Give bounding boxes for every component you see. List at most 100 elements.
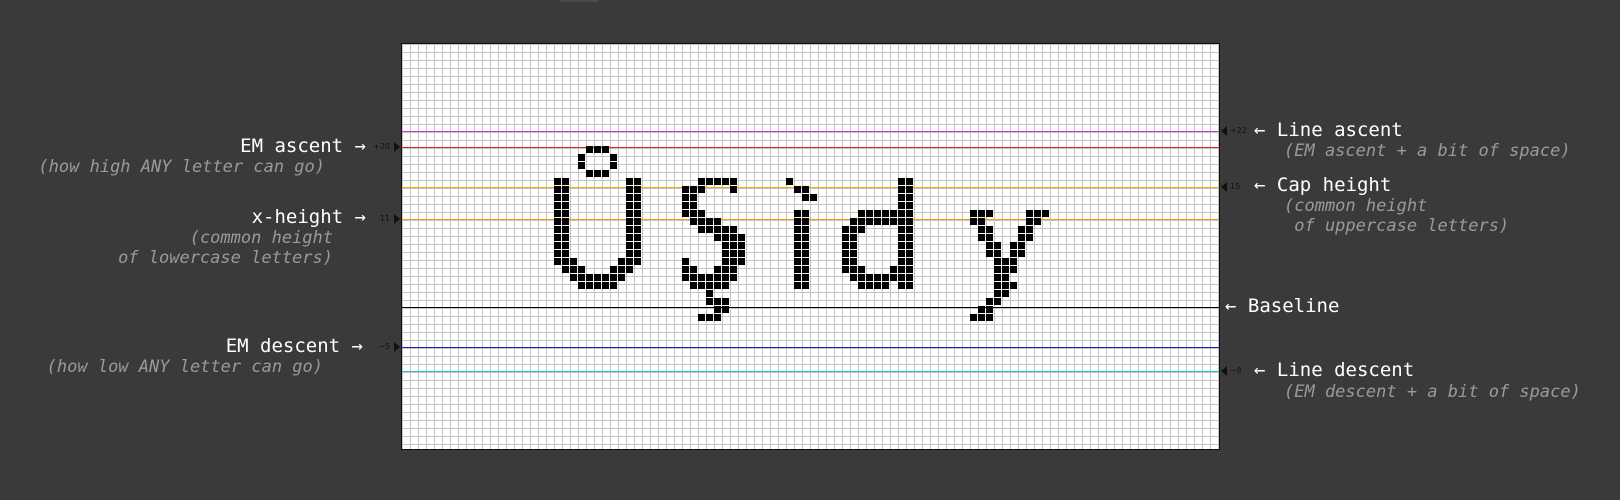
glyph-pixel xyxy=(698,178,705,185)
glyph-pixel xyxy=(554,234,561,241)
glyph-pixel xyxy=(634,258,641,265)
em-descent-description: (how low ANY letter can go) xyxy=(46,357,323,377)
tick-x-height: 11 xyxy=(379,214,390,223)
glyph-pixel xyxy=(578,274,585,281)
x-height-label: x-height → xyxy=(251,206,366,228)
cap-height-label: ← Cap height xyxy=(1254,174,1392,196)
glyph-pixel xyxy=(1010,250,1017,257)
glyph-pixel xyxy=(1042,210,1049,217)
glyph-pixel xyxy=(730,178,737,185)
glyph-pixel xyxy=(1034,218,1041,225)
tick-cap-height: 15 xyxy=(1230,182,1241,191)
glyph-pixel xyxy=(634,194,641,201)
line-ascent-marker xyxy=(1221,126,1227,136)
glyph-pixel xyxy=(890,266,897,273)
glyph-pixel xyxy=(906,178,913,185)
glyph-pixel xyxy=(626,210,633,217)
glyph-pixel xyxy=(986,306,993,313)
glyph-pixel xyxy=(722,242,729,249)
glyph-pixel xyxy=(906,194,913,201)
glyph-pixel xyxy=(722,298,729,305)
glyph-pixel xyxy=(842,234,849,241)
glyph-pixel xyxy=(562,250,569,257)
glyph-pixel xyxy=(802,282,809,289)
glyph-pixel xyxy=(850,266,857,273)
glyph-pixel xyxy=(898,218,905,225)
glyph-pixel xyxy=(714,266,721,273)
glyph-pixel xyxy=(794,186,801,193)
glyph-pixel xyxy=(730,226,737,233)
glyph-pixel xyxy=(906,218,913,225)
glyph-pixel xyxy=(722,306,729,313)
glyph-pixel xyxy=(794,218,801,225)
glyph-pixel xyxy=(1018,234,1025,241)
glyph-pixel xyxy=(634,250,641,257)
glyph-pixel xyxy=(690,202,697,209)
glyph-pixel xyxy=(626,234,633,241)
glyph-pixel xyxy=(562,202,569,209)
glyph-pixel xyxy=(794,266,801,273)
glyph-pixel xyxy=(898,266,905,273)
glyph-pixel xyxy=(594,274,601,281)
glyph-pixel xyxy=(994,282,1001,289)
glyph-pixel xyxy=(618,274,625,281)
glyph-pixel xyxy=(898,242,905,249)
glyph-pixel xyxy=(1010,258,1017,265)
glyph-pixel xyxy=(706,178,713,185)
line-ascent-description: (EM ascent + a bit of space) xyxy=(1284,141,1571,161)
glyph-pixel xyxy=(874,282,881,289)
glyph-pixel xyxy=(850,242,857,249)
glyph-pixel xyxy=(866,210,873,217)
glyph-pixel xyxy=(698,186,705,193)
glyph-pixel xyxy=(802,242,809,249)
glyph-pixel xyxy=(698,226,705,233)
glyph-pixel xyxy=(978,218,985,225)
glyph-pixel xyxy=(634,234,641,241)
glyph-pixel xyxy=(602,170,609,177)
glyph-pixel xyxy=(906,242,913,249)
glyph-pixel xyxy=(682,210,689,217)
glyph-pixel xyxy=(682,274,689,281)
glyph-pixel xyxy=(722,226,729,233)
glyph-pixel xyxy=(698,218,705,225)
glyph-pixel xyxy=(794,210,801,217)
glyph-pixel xyxy=(626,186,633,193)
glyph-pixel xyxy=(794,226,801,233)
glyph-pixel xyxy=(730,242,737,249)
glyph-pixel xyxy=(1026,218,1033,225)
glyph-pixel xyxy=(970,218,977,225)
glyph-pixel xyxy=(554,194,561,201)
glyph-pixel xyxy=(706,298,713,305)
glyph-pixel xyxy=(626,178,633,185)
glyph-pixel xyxy=(874,210,881,217)
glyph-pixel xyxy=(698,210,705,217)
glyph-pixel xyxy=(794,234,801,241)
glyph-pixel xyxy=(610,162,617,169)
glyph-pixel xyxy=(882,274,889,281)
tick-em-descent: −5 xyxy=(378,342,390,351)
glyph-pixel xyxy=(738,250,745,257)
glyph-pixel xyxy=(906,186,913,193)
glyph-pixel xyxy=(714,178,721,185)
glyph-pixel xyxy=(602,282,609,289)
glyph-pixel xyxy=(1026,234,1033,241)
tick-line-descent: −8 xyxy=(1230,366,1242,375)
top-tab-decoration xyxy=(560,0,598,2)
glyph-pixel-grid[interactable] xyxy=(401,43,1220,450)
glyph-pixel xyxy=(586,170,593,177)
glyph-pixel xyxy=(850,234,857,241)
glyph-pixel xyxy=(882,218,889,225)
glyph-pixel xyxy=(730,234,737,241)
glyph-pixel xyxy=(986,242,993,249)
glyph-pixel xyxy=(898,258,905,265)
cap-height-marker xyxy=(1221,182,1227,192)
glyph-pixel xyxy=(738,258,745,265)
em-descent-label: EM descent → xyxy=(225,335,363,357)
glyph-pixel xyxy=(706,218,713,225)
baseline-label: ← Baseline xyxy=(1225,295,1340,317)
glyph-pixel xyxy=(626,202,633,209)
glyph-pixel xyxy=(1026,210,1033,217)
glyph-pixel xyxy=(714,306,721,313)
tick-line-ascent: +22 xyxy=(1230,126,1247,135)
glyph-pixel xyxy=(898,274,905,281)
